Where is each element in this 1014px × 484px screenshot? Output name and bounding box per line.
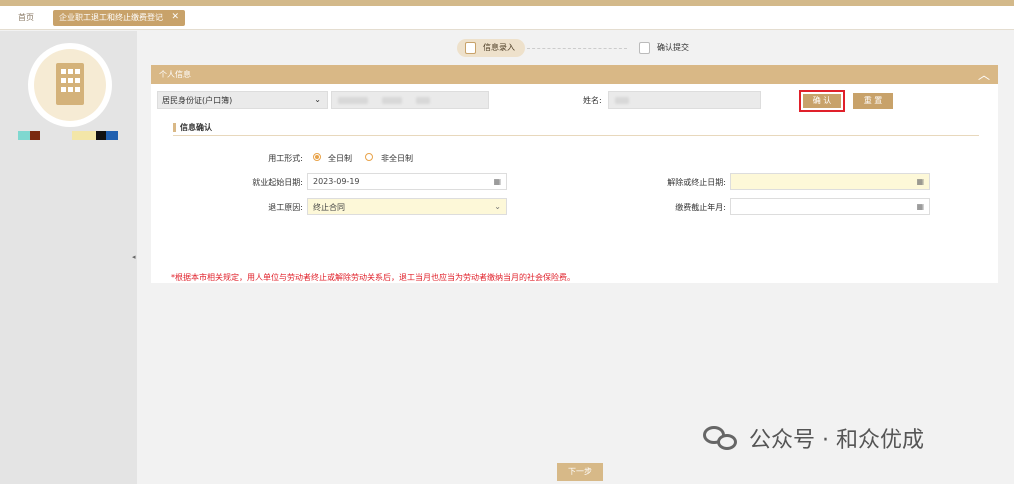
personal-info-panel: 个人信息 ︿ 居民身份证(户口簿) ⌄ 姓名: 确 认 重 置 信息确认 用工形… — [151, 65, 998, 283]
employment-type-label: 用工形式: — [268, 154, 303, 163]
end-date-label: 解除或终止日期: — [667, 178, 726, 187]
section-divider — [173, 135, 979, 136]
next-step-button[interactable]: 下一步 — [557, 463, 603, 481]
name-label: 姓名: — [583, 96, 602, 105]
start-date-input[interactable]: 2023-09-19 ▦ — [307, 173, 507, 190]
section-title: 信息确认 — [173, 122, 212, 133]
step-confirm-submit: 确认提交 — [631, 39, 699, 57]
sidebar: ◂ — [0, 31, 137, 484]
tab-home[interactable]: 首页 — [18, 12, 34, 23]
step-connector — [527, 48, 627, 49]
name-input[interactable] — [608, 91, 761, 109]
end-date-input[interactable]: ▦ — [730, 173, 930, 190]
panel-header[interactable]: 个人信息 ︿ — [151, 65, 998, 84]
id-type-select[interactable]: 居民身份证(户口簿) ⌄ — [157, 91, 328, 109]
radio-full-time-label[interactable]: 全日制 — [328, 153, 352, 164]
tab-label: 企业职工退工和终止缴费登记 — [59, 13, 163, 22]
panel-title: 个人信息 — [159, 70, 191, 79]
tab-bar: 首页 企业职工退工和终止缴费登记 ✕ — [0, 6, 1014, 30]
notice-text: *根据本市相关规定，用人单位与劳动者终止或解除劳动关系后，退工当月也应当为劳动者… — [171, 273, 575, 282]
calendar-icon: ▦ — [916, 202, 924, 211]
reset-button[interactable]: 重 置 — [853, 93, 893, 109]
pay-end-label: 缴费截止年月: — [675, 203, 726, 212]
confirm-button[interactable]: 确 认 — [799, 90, 845, 112]
company-avatar — [28, 43, 112, 127]
reason-label: 退工原因: — [268, 203, 303, 212]
document-icon — [639, 42, 650, 54]
building-icon — [56, 63, 84, 105]
radio-part-time[interactable] — [365, 153, 373, 161]
main-content: 信息录入 确认提交 个人信息 ︿ 居民身份证(户口簿) ⌄ 姓名: 确 认 重 … — [137, 31, 1014, 484]
chevron-down-icon: ⌄ — [494, 202, 501, 211]
radio-full-time[interactable] — [313, 153, 321, 161]
start-date-label: 就业起始日期: — [252, 178, 303, 187]
tab-retire-registration[interactable]: 企业职工退工和终止缴费登记 ✕ — [53, 10, 185, 26]
close-icon[interactable]: ✕ — [171, 12, 179, 22]
step-info-entry: 信息录入 — [457, 39, 525, 57]
watermark: 公众号 · 和众优成 — [703, 422, 924, 454]
chevron-down-icon: ⌄ — [314, 95, 321, 104]
radio-part-time-label[interactable]: 非全日制 — [381, 153, 413, 164]
chevron-up-icon[interactable]: ︿ — [978, 66, 990, 83]
calendar-icon: ▦ — [916, 177, 924, 186]
reason-select[interactable]: 终止合同 ⌄ — [307, 198, 507, 215]
company-info-blurred — [18, 131, 30, 140]
pay-end-month-input[interactable]: ▦ — [730, 198, 930, 215]
edit-document-icon — [465, 42, 476, 54]
id-number-input[interactable] — [331, 91, 489, 109]
step-progress: 信息录入 确认提交 — [137, 31, 1014, 63]
calendar-icon: ▦ — [493, 177, 501, 186]
wechat-icon — [703, 424, 741, 452]
